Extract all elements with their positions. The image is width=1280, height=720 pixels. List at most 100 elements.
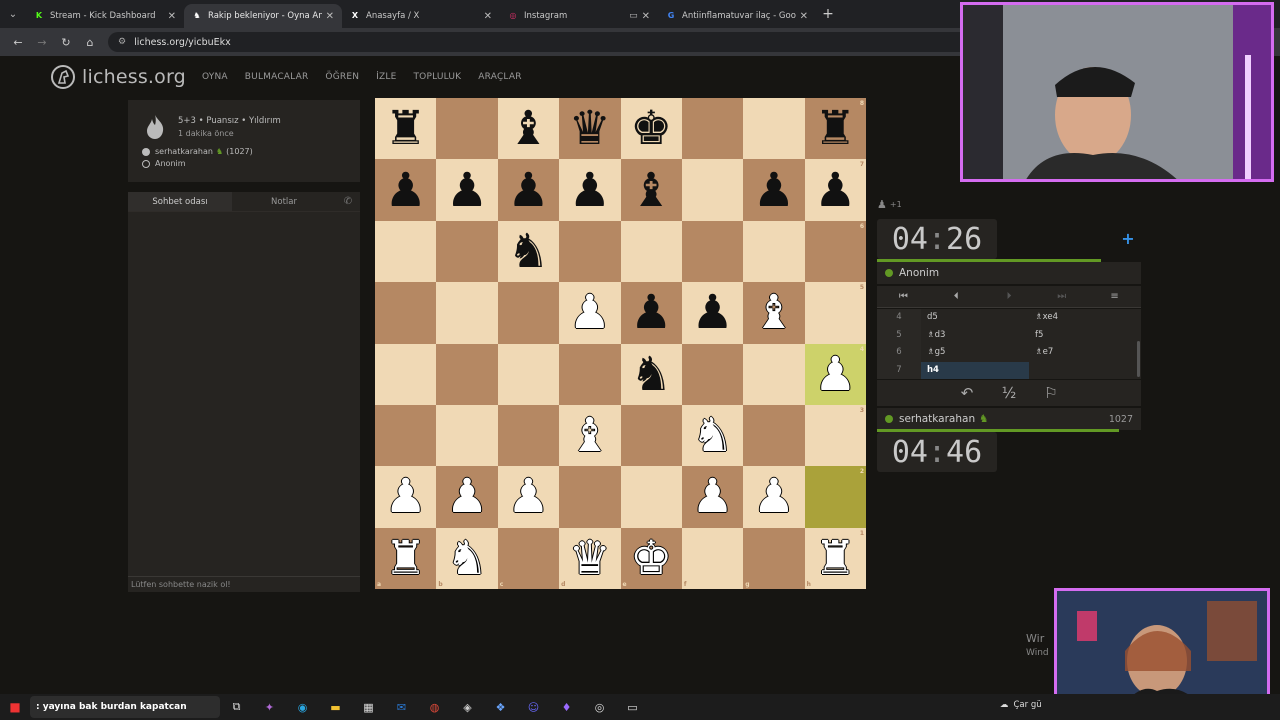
lichess-logo[interactable]: lichess.org bbox=[50, 64, 186, 90]
white-bishop-icon[interactable]: ♝ bbox=[753, 289, 795, 336]
tab-chat-room[interactable]: Sohbet odası bbox=[128, 192, 232, 211]
black-knight-icon[interactable]: ♞ bbox=[630, 351, 672, 398]
square-f1[interactable]: f bbox=[681, 527, 744, 589]
browser-tab[interactable]: X Anasayfa / X ✕ bbox=[342, 4, 500, 28]
square-e3[interactable] bbox=[620, 404, 682, 467]
nav-item[interactable]: ARAÇLAR bbox=[478, 72, 521, 82]
square-c6[interactable]: ♞ bbox=[497, 220, 560, 283]
black-rook-icon[interactable]: ♜ bbox=[385, 105, 427, 152]
chrome-icon[interactable]: ◍ bbox=[418, 701, 451, 714]
file-explorer-icon[interactable]: ▬ bbox=[319, 701, 352, 714]
weather-widget[interactable]: ☁ Çar gü bbox=[1000, 700, 1042, 710]
new-tab-button[interactable]: + bbox=[816, 6, 840, 22]
square-h5[interactable]: 5 bbox=[804, 282, 866, 344]
square-d3[interactable]: ♝ bbox=[559, 404, 621, 467]
outlook-icon[interactable]: ✉ bbox=[385, 701, 418, 714]
app2-icon[interactable]: ♦ bbox=[550, 701, 583, 714]
black-pawn-icon[interactable]: ♟ bbox=[569, 167, 611, 214]
black-move[interactable]: ♗e7 bbox=[1029, 344, 1137, 362]
nav-item[interactable]: İZLE bbox=[376, 72, 396, 82]
square-a7[interactable]: ♟ bbox=[375, 159, 437, 221]
square-a6[interactable] bbox=[375, 220, 437, 283]
square-h4[interactable]: ♟ 4 bbox=[804, 343, 866, 405]
square-e7[interactable]: ♝ bbox=[620, 159, 682, 221]
white-pawn-icon[interactable]: ♟ bbox=[507, 473, 549, 520]
square-d6[interactable] bbox=[559, 220, 621, 283]
menu-icon[interactable]: ≡ bbox=[1088, 291, 1141, 302]
square-f5[interactable]: ♟ bbox=[681, 282, 744, 344]
white-bishop-icon[interactable]: ♝ bbox=[569, 412, 611, 459]
white-pawn-icon[interactable]: ♟ bbox=[753, 473, 795, 520]
opponent-player-row[interactable]: Anonim bbox=[877, 262, 1141, 284]
square-a2[interactable]: ♟ bbox=[375, 466, 437, 528]
square-f3[interactable]: ♞ bbox=[681, 404, 744, 467]
white-pawn-icon[interactable]: ♟ bbox=[569, 289, 611, 336]
square-a5[interactable] bbox=[375, 282, 437, 344]
square-b8[interactable] bbox=[436, 98, 498, 160]
give-time-button[interactable]: + bbox=[1120, 231, 1136, 247]
white-queen-icon[interactable]: ♛ bbox=[569, 535, 611, 582]
black-king-icon[interactable]: ♚ bbox=[630, 105, 672, 152]
edge-icon[interactable]: ◉ bbox=[286, 701, 319, 714]
white-move[interactable]: ♗g5 bbox=[921, 344, 1029, 362]
white-pawn-icon[interactable]: ♟ bbox=[691, 473, 733, 520]
store-icon[interactable]: ▦ bbox=[352, 701, 385, 714]
square-e5[interactable]: ♟ bbox=[620, 282, 682, 344]
nav-item[interactable]: OYNA bbox=[202, 72, 228, 82]
black-rook-icon[interactable]: ♜ bbox=[814, 105, 856, 152]
prev-move-icon[interactable]: ⏴ bbox=[930, 291, 983, 302]
black-pawn-icon[interactable]: ♟ bbox=[691, 289, 733, 336]
square-d7[interactable]: ♟ bbox=[559, 159, 621, 221]
square-c2[interactable]: ♟ bbox=[497, 466, 560, 528]
app3-icon[interactable]: ◎ bbox=[583, 701, 616, 714]
white-knight-icon[interactable]: ♞ bbox=[691, 412, 733, 459]
takeback-icon[interactable]: ↶ bbox=[946, 384, 988, 402]
square-d5[interactable]: ♟ bbox=[559, 282, 621, 344]
black-move[interactable]: f5 bbox=[1029, 327, 1137, 345]
square-g8[interactable] bbox=[743, 98, 805, 160]
square-h3[interactable]: 3 bbox=[804, 404, 866, 467]
chat-input[interactable]: Lütfen sohbette nazik ol! bbox=[128, 576, 360, 592]
url-input[interactable]: ⚙ lichess.org/yicbuEkx bbox=[108, 32, 988, 52]
square-b3[interactable] bbox=[436, 404, 498, 467]
square-a8[interactable]: ♜ bbox=[375, 98, 437, 160]
white-rook-icon[interactable]: ♜ bbox=[385, 535, 427, 582]
black-pawn-icon[interactable]: ♟ bbox=[814, 167, 856, 214]
steam-icon[interactable]: ◈ bbox=[451, 701, 484, 714]
square-f8[interactable] bbox=[681, 98, 744, 160]
black-pawn-icon[interactable]: ♟ bbox=[507, 167, 549, 214]
square-g1[interactable]: g bbox=[743, 527, 805, 589]
white-pawn-icon[interactable]: ♟ bbox=[446, 473, 488, 520]
tab-media-icon[interactable]: ▭ bbox=[629, 11, 638, 21]
black-bishop-icon[interactable]: ♝ bbox=[630, 167, 672, 214]
square-c8[interactable]: ♝ bbox=[497, 98, 560, 160]
back-icon[interactable]: ← bbox=[6, 36, 30, 49]
start-icon[interactable]: ■ bbox=[0, 700, 30, 714]
square-g4[interactable] bbox=[743, 343, 805, 405]
reload-icon[interactable]: ↻ bbox=[54, 36, 78, 49]
square-d4[interactable] bbox=[559, 343, 621, 405]
square-b5[interactable] bbox=[436, 282, 498, 344]
nav-item[interactable]: TOPLULUK bbox=[413, 72, 461, 82]
square-g2[interactable]: ♟ bbox=[743, 466, 805, 528]
black-bishop-icon[interactable]: ♝ bbox=[507, 105, 549, 152]
square-f7[interactable] bbox=[681, 159, 744, 221]
draw-offer-button[interactable]: ½ bbox=[988, 384, 1030, 402]
tab-close-icon[interactable]: ✕ bbox=[484, 11, 492, 22]
site-info-icon[interactable]: ⚙ bbox=[118, 37, 126, 47]
white-move[interactable]: ♗d3 bbox=[921, 327, 1029, 345]
white-pawn-icon[interactable]: ♟ bbox=[814, 351, 856, 398]
next-move-icon[interactable]: ⏵ bbox=[983, 291, 1036, 302]
black-move[interactable] bbox=[1029, 362, 1137, 380]
square-c3[interactable] bbox=[497, 404, 560, 467]
black-knight-icon[interactable]: ♞ bbox=[507, 228, 549, 275]
square-b2[interactable]: ♟ bbox=[436, 466, 498, 528]
black-queen-icon[interactable]: ♛ bbox=[569, 105, 611, 152]
home-icon[interactable]: ⌂ bbox=[78, 36, 102, 49]
browser-tab[interactable]: K Stream - Kick Dashboard ✕ bbox=[26, 4, 184, 28]
square-b4[interactable] bbox=[436, 343, 498, 405]
tab-close-icon[interactable]: ✕ bbox=[168, 11, 176, 22]
nav-item[interactable]: BULMACALAR bbox=[245, 72, 309, 82]
square-e6[interactable] bbox=[620, 220, 682, 283]
tab-close-icon[interactable]: ✕ bbox=[326, 11, 334, 22]
